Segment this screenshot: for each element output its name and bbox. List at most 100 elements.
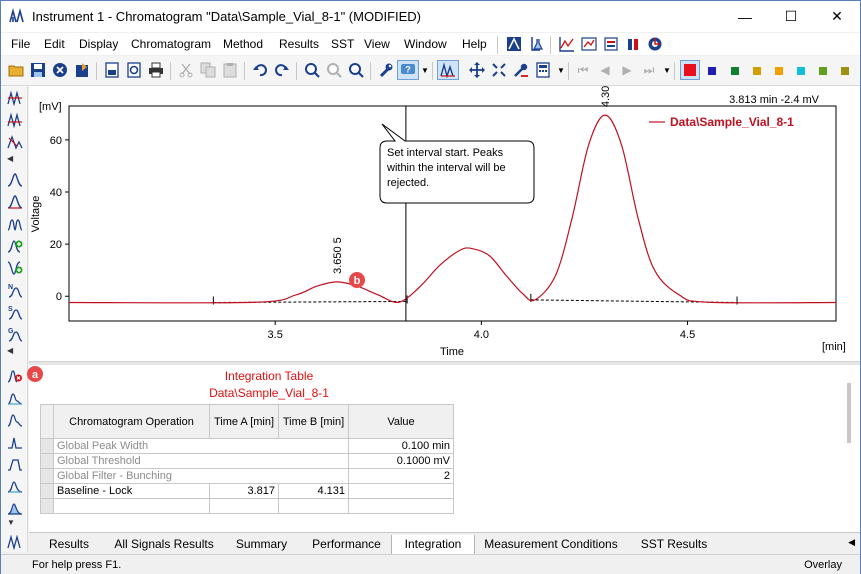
fit-window-icon[interactable] <box>489 60 509 80</box>
baseline-point-icon[interactable] <box>5 432 25 452</box>
peak-tangent-icon[interactable] <box>5 132 25 152</box>
col-header-operation[interactable]: Chromatogram Operation <box>53 404 210 439</box>
table-row[interactable]: Global Threshold 0.1000 mV <box>40 453 454 469</box>
paste-icon[interactable] <box>220 60 240 80</box>
preview-icon[interactable] <box>102 60 122 80</box>
tab-results[interactable]: Results <box>29 535 109 555</box>
signal-5-toggle[interactable] <box>775 67 783 75</box>
table-row[interactable] <box>40 498 454 514</box>
baseline-fill-icon[interactable] <box>5 498 25 518</box>
col-header-value[interactable]: Value <box>348 404 454 439</box>
overlay-chart-icon[interactable] <box>557 34 577 54</box>
integrate-icon[interactable] <box>5 532 25 552</box>
menu-help[interactable]: Help <box>462 37 487 51</box>
signal-7-toggle[interactable] <box>819 67 827 75</box>
integration-tool-icon[interactable] <box>511 60 531 80</box>
tab-integration[interactable]: Integration <box>391 535 475 555</box>
close-doc-icon[interactable] <box>50 60 70 80</box>
collapse-arrow-icon[interactable]: ◀ <box>7 154 13 163</box>
next-icon[interactable]: ▶ <box>617 60 637 80</box>
chromatogram-pane[interactable]: 0 20 40 60 3.5 4.0 4.5 3.650 5 4.300 6 [mV] Vo… <box>29 70 860 361</box>
signal-8-toggle[interactable] <box>841 67 849 75</box>
calculator-icon[interactable] <box>533 60 553 80</box>
menu-method[interactable]: Method <box>223 37 263 51</box>
table-cell[interactable]: 0.1000 mV <box>348 453 454 469</box>
close-button[interactable]: ✕ <box>814 1 860 32</box>
export-icon[interactable] <box>72 60 92 80</box>
signal-2-toggle[interactable] <box>708 67 716 75</box>
sequence-icon[interactable] <box>601 34 621 54</box>
table-scrollbar[interactable] <box>847 383 851 443</box>
audit-icon[interactable] <box>645 34 665 54</box>
signal-1-toggle[interactable] <box>680 60 700 80</box>
table-row[interactable]: Baseline - Lock 3.817 4.131 <box>40 483 454 499</box>
tab-all-signals-results[interactable]: All Signals Results <box>109 535 219 555</box>
table-cell[interactable] <box>348 483 454 499</box>
pan-icon[interactable] <box>467 60 487 80</box>
menu-window[interactable]: Window <box>404 37 447 51</box>
print-icon[interactable] <box>146 60 166 80</box>
zoom-fit-icon[interactable] <box>346 60 366 80</box>
noise-peak-icon[interactable]: N <box>5 280 25 300</box>
table-cell[interactable]: 0.100 min <box>348 438 454 454</box>
expand-arrow-icon[interactable]: ▼ <box>7 518 15 527</box>
integration-table[interactable]: Chromatogram Operation Time A [min] Time… <box>40 404 454 514</box>
menu-file[interactable]: File <box>11 37 30 51</box>
dropdown-arrow-icon[interactable]: ▼ <box>421 66 429 75</box>
signal-6-toggle[interactable] <box>797 67 805 75</box>
baseline-front-icon[interactable] <box>5 454 25 474</box>
report-chart-icon[interactable] <box>579 34 599 54</box>
undo-icon[interactable] <box>250 60 270 80</box>
zoom-in-icon[interactable] <box>302 60 322 80</box>
title-bar[interactable]: Instrument 1 - Chromatogram "Data\Sample… <box>1 1 860 32</box>
peak-width-icon[interactable] <box>5 192 25 212</box>
table-cell[interactable]: Global Filter - Bunching <box>53 468 349 484</box>
tab-summary[interactable]: Summary <box>219 535 304 555</box>
tab-sst-results[interactable]: SST Results <box>626 535 722 555</box>
reject-peak-icon[interactable] <box>5 366 25 386</box>
negative-peak-icon[interactable] <box>5 258 25 278</box>
baseline-valley-icon[interactable] <box>5 410 25 430</box>
shoulder-peak-icon[interactable]: S <box>5 302 25 322</box>
table-cell[interactable]: 3.817 <box>209 483 279 499</box>
peak-double-icon[interactable] <box>5 214 25 234</box>
add-peak-icon[interactable] <box>5 170 25 190</box>
collapse-arrow-icon[interactable]: ◀ <box>7 346 13 355</box>
menu-results[interactable]: Results <box>279 37 319 51</box>
last-icon[interactable]: ⏭ <box>639 60 659 80</box>
cut-icon[interactable] <box>176 60 196 80</box>
tabs-scroll-arrow-icon[interactable]: ◀ <box>848 537 855 548</box>
menu-display[interactable]: Display <box>79 37 118 51</box>
print-preview-icon[interactable] <box>124 60 144 80</box>
maximize-button[interactable]: ☐ <box>768 1 814 32</box>
table-cell[interactable]: 2 <box>348 468 454 484</box>
wrench-icon[interactable] <box>376 60 396 80</box>
table-row[interactable]: Global Filter - Bunching 2 <box>40 468 454 484</box>
dropdown-arrow-icon[interactable]: ▼ <box>663 66 671 75</box>
table-cell[interactable] <box>348 498 454 514</box>
chromatogram-icon[interactable] <box>437 60 459 80</box>
table-cell[interactable]: Global Peak Width <box>53 438 349 454</box>
vials-icon[interactable] <box>623 34 643 54</box>
menu-edit[interactable]: Edit <box>44 37 65 51</box>
signal-3-toggle[interactable] <box>731 67 739 75</box>
menu-chromatogram[interactable]: Chromatogram <box>131 37 211 51</box>
method-flask-icon[interactable] <box>526 34 546 54</box>
redo-icon[interactable] <box>272 60 292 80</box>
tab-measurement-conditions[interactable]: Measurement Conditions <box>476 535 626 555</box>
table-row[interactable]: Global Peak Width 0.100 min <box>40 438 454 454</box>
tab-performance[interactable]: Performance <box>304 535 389 555</box>
minimize-button[interactable]: — <box>722 1 768 32</box>
table-cell[interactable] <box>209 498 279 514</box>
signal-4-toggle[interactable] <box>753 67 761 75</box>
plot-area[interactable] <box>68 105 837 322</box>
calibration-icon[interactable] <box>504 34 524 54</box>
baseline-lock-icon[interactable] <box>5 388 25 408</box>
table-cell[interactable] <box>53 498 210 514</box>
save-icon[interactable] <box>28 60 48 80</box>
peak-split-icon[interactable] <box>5 88 25 108</box>
copy-icon[interactable] <box>198 60 218 80</box>
table-cell[interactable] <box>278 498 349 514</box>
table-cell[interactable]: 4.131 <box>278 483 349 499</box>
open-folder-icon[interactable] <box>6 60 26 80</box>
